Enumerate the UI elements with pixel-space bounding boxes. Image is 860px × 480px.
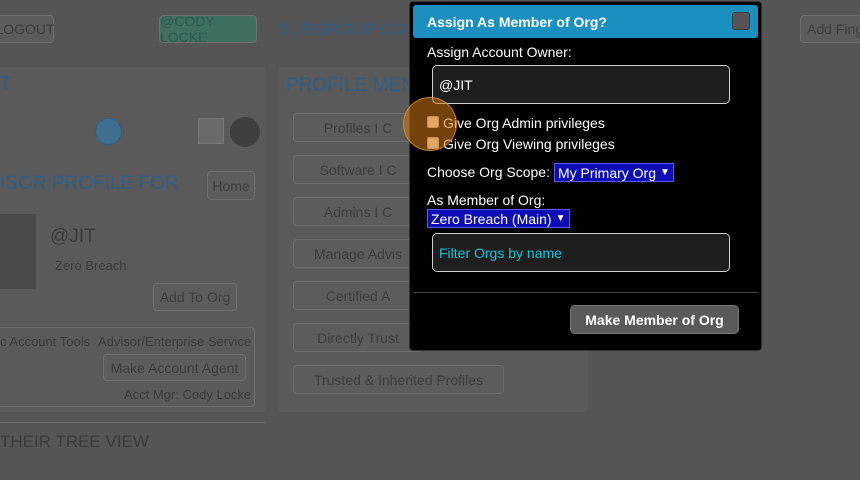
member-org-select[interactable]: Zero Breach (Main) ▼ <box>427 209 570 228</box>
menu-manage-advisors[interactable]: Manage Advis <box>293 239 423 268</box>
menu-trusted-inherited[interactable]: Trusted & Inherited Profiles <box>293 365 504 394</box>
add-fing-button[interactable]: Add Fing <box>800 15 860 43</box>
menu-directly-trusted[interactable]: Directly Trust <box>293 323 423 352</box>
chevron-down-icon: ▼ <box>555 213 566 224</box>
owner-label: Assign Account Owner: <box>427 44 572 60</box>
filter-orgs-input[interactable]: Filter Orgs by name <box>432 233 730 272</box>
menu-software[interactable]: Software I C <box>293 155 423 184</box>
make-member-button[interactable]: Make Member of Org <box>570 305 739 334</box>
tree-icon[interactable] <box>198 118 224 144</box>
menu-certified[interactable]: Certified A <box>293 281 423 310</box>
account-tools-label: c Account Tools <box>0 334 91 349</box>
modal-title: Assign As Member of Org? <box>427 13 607 30</box>
modal-header: Assign As Member of Org? <box>413 5 758 38</box>
user-badge[interactable]: @CODY LOCKE <box>159 13 257 45</box>
modal-divider <box>413 292 758 293</box>
make-agent-button[interactable]: Make Account Agent <box>103 354 246 381</box>
click-indicator <box>403 97 457 151</box>
admin-privileges-label: Give Org Admin privileges <box>443 115 605 131</box>
add-to-org-button[interactable]: Add To Org <box>153 283 237 311</box>
profile-handle: @JIT <box>50 226 96 247</box>
member-label: As Member of Org: <box>427 192 546 208</box>
advisor-service-label: Advisor/Enterprise Service <box>98 334 252 349</box>
user-circle-icon[interactable] <box>95 118 122 145</box>
avatar-icon[interactable] <box>230 117 260 147</box>
left-heading: T <box>0 74 12 95</box>
profile-avatar <box>0 214 36 289</box>
logout-button[interactable]: LOGOUT <box>0 15 55 43</box>
assign-member-modal: Assign As Member of Org? Assign Account … <box>409 1 762 351</box>
profile-menu-heading: PROFILE MENU <box>286 75 429 96</box>
home-button[interactable]: Home <box>207 171 255 200</box>
tree-view-heading: THEIR TREE VIEW <box>0 432 149 451</box>
owner-input[interactable]: @JIT <box>432 65 730 104</box>
profile-org: Zero Breach <box>55 258 127 273</box>
menu-admins[interactable]: Admins I C <box>293 197 423 226</box>
scope-select[interactable]: My Primary Org ▼ <box>554 163 674 182</box>
scope-label: Choose Org Scope: <box>427 164 550 180</box>
acct-mgr-label: Acct Mgr: Cody Locke <box>124 387 252 402</box>
chevron-down-icon: ▼ <box>660 167 670 178</box>
subgroup-heading: SUBGROUP CONN <box>278 20 430 39</box>
divider <box>0 422 265 423</box>
member-org-select-value: Zero Breach (Main) <box>431 210 552 227</box>
advisor-profile-heading: ISOR PROFILE FOR <box>0 173 179 194</box>
viewing-privileges-label: Give Org Viewing privileges <box>443 136 615 152</box>
scope-select-value: My Primary Org <box>558 164 656 181</box>
close-icon[interactable] <box>732 12 750 30</box>
